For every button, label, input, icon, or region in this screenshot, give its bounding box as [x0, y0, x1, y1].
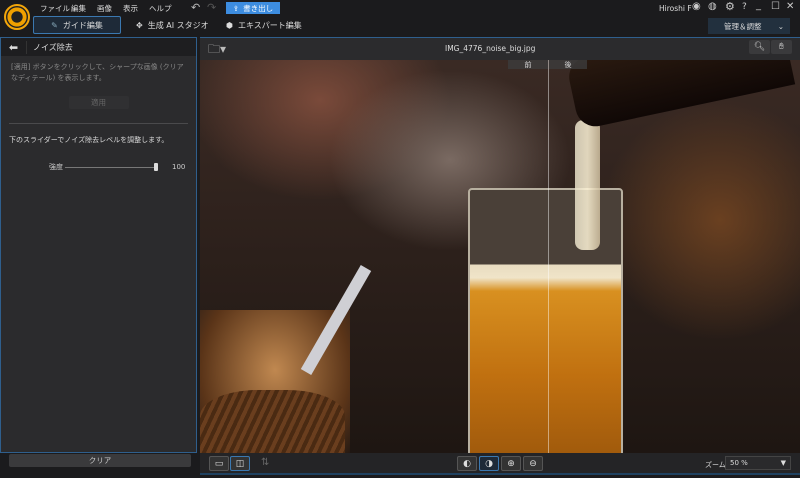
- menu-image[interactable]: 画像: [97, 3, 112, 14]
- photo-canvas[interactable]: 前 後: [200, 60, 800, 453]
- menu-file[interactable]: ファイル: [40, 3, 70, 14]
- compare-layout-icon[interactable]: ⇅: [261, 457, 269, 468]
- menu-help[interactable]: ヘルプ: [149, 3, 172, 14]
- tab-label: ガイド編集: [62, 20, 103, 30]
- compare-tb-icon: ⊕: [507, 458, 515, 469]
- user-name: Hiroshi F: [659, 4, 692, 13]
- split-view-button[interactable]: ◫: [230, 456, 250, 471]
- undo-icon[interactable]: ↶: [191, 1, 200, 14]
- chevron-down-icon: ⌄: [777, 21, 784, 31]
- single-view-icon: ▭: [214, 458, 224, 469]
- close-icon[interactable]: ✕: [786, 1, 794, 12]
- tab-expert-edit[interactable]: ⬢ エキスパート編集: [218, 16, 310, 34]
- compare-left-right-button[interactable]: ◐: [457, 456, 477, 471]
- dropdown-arrow-icon: ▼: [780, 459, 786, 467]
- zoom-tool-button[interactable]: 🔍︎: [749, 40, 770, 54]
- minimize-icon[interactable]: _: [756, 0, 761, 11]
- export-label: 書き出し: [243, 3, 274, 13]
- compare-split-button[interactable]: ◑: [479, 456, 499, 471]
- maximize-icon[interactable]: ☐: [771, 1, 780, 12]
- tab-label: エキスパート編集: [237, 20, 302, 30]
- wand-icon: ✎: [51, 20, 58, 30]
- split-view-icon: ◫: [235, 458, 245, 469]
- compare-horizontal-button[interactable]: ⊖: [523, 456, 543, 471]
- apply-button[interactable]: 適用: [68, 96, 129, 109]
- compare-divider[interactable]: [548, 60, 549, 453]
- tab-label: 生成 AI スタジオ: [147, 20, 209, 30]
- hand-icon: ✋︎: [778, 42, 785, 52]
- after-label: 後: [549, 60, 587, 69]
- panel-description: [適用] ボタンをクリックして、シャープな画像 (クリアなディテール) を表示し…: [11, 63, 184, 82]
- gear-icon[interactable]: ⚙: [725, 0, 735, 13]
- panel-title: ノイズ除去: [33, 42, 73, 52]
- tab-guided-edit[interactable]: ✎ ガイド編集: [33, 16, 121, 34]
- redo-icon[interactable]: ↷: [207, 1, 216, 14]
- single-view-button[interactable]: ▭: [209, 456, 229, 471]
- panel-instruction: 下のスライダーでノイズ除去レベルを調整します。: [9, 136, 169, 144]
- pan-tool-button[interactable]: ✋︎: [771, 40, 792, 54]
- bottom-toolbar: ▭ ◫ ⇅ ◐ ◑ ⊕ ⊖ ズーム: 50 % ▼: [200, 453, 800, 475]
- account-icon[interactable]: ◉: [692, 1, 701, 12]
- cube-icon: ⬢: [226, 20, 233, 30]
- file-name: IMG_4776_noise_big.jpg: [445, 44, 536, 53]
- strength-label: 強度: [49, 163, 63, 171]
- notification-icon[interactable]: ◍: [708, 1, 717, 12]
- menu-edit[interactable]: 編集: [71, 3, 86, 14]
- half-circle-icon: ◑: [485, 458, 493, 469]
- slider-thumb[interactable]: [154, 163, 158, 171]
- strength-value: 100: [172, 163, 186, 171]
- upload-icon: ⇪: [232, 3, 240, 13]
- sparkle-icon: ✥: [136, 20, 143, 30]
- manage-label: 管理＆調整: [724, 21, 762, 31]
- compare-horizontal-icon: ⊖: [529, 458, 537, 469]
- magnifier-icon: 🔍︎: [753, 42, 766, 52]
- clear-button[interactable]: クリア: [9, 454, 191, 467]
- left-panel: ⬅ ノイズ除去 [適用] ボタンをクリックして、シャープな画像 (クリアなディテ…: [0, 37, 197, 453]
- help-icon[interactable]: ?: [742, 2, 747, 12]
- zoom-select[interactable]: 50 % ▼: [725, 456, 791, 470]
- compare-top-bottom-button[interactable]: ⊕: [501, 456, 521, 471]
- folder-icon[interactable]: 🗀▾: [208, 40, 226, 61]
- tab-ai-studio[interactable]: ✥ 生成 AI スタジオ: [128, 16, 217, 34]
- strength-slider[interactable]: [65, 163, 158, 171]
- menu-view[interactable]: 表示: [123, 3, 138, 14]
- zoom-value: 50 %: [730, 459, 748, 467]
- before-label: 前: [508, 60, 548, 69]
- compare-lr-icon: ◐: [463, 458, 471, 469]
- panel-header: ⬅ ノイズ除去: [1, 38, 196, 56]
- manage-adjust-dropdown[interactable]: 管理＆調整 ⌄: [708, 18, 790, 34]
- app-logo: [4, 4, 30, 30]
- export-button[interactable]: ⇪ 書き出し: [226, 2, 280, 14]
- back-arrow-icon[interactable]: ⬅: [1, 40, 27, 54]
